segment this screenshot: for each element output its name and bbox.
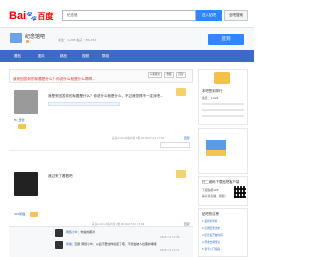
enter-forum-button[interactable]: 进入贴吧 [196, 10, 222, 21]
trophy-icon [214, 72, 230, 84]
search-all-button[interactable]: 全吧搜索 [224, 10, 248, 21]
reply-button[interactable]: 回复 [176, 72, 186, 78]
hot-topic-item[interactable]: 5 新手入门指南 [202, 247, 220, 251]
reply-time: 2018-7-2 17:06 [160, 236, 180, 239]
tab-images[interactable]: 图片 [38, 52, 45, 60]
paw-icon: 🐾 [26, 11, 38, 21]
promo-image-sun [206, 150, 226, 156]
forum-stats: 关注：1,245 帖子：85,472 [58, 38, 97, 42]
logo-text-baidu: 百度 [37, 12, 54, 21]
app-text: 下载贴吧APP [202, 188, 219, 192]
avatar[interactable] [14, 90, 38, 114]
medal-icon [176, 88, 186, 96]
progress-track [202, 103, 244, 105]
hot-topic-item[interactable]: 2 比赛结果出炉 [202, 226, 220, 230]
tab-videos[interactable]: 视频 [82, 52, 89, 60]
forum-avatar[interactable] [10, 33, 22, 43]
reply-content: 你说的都对 [80, 230, 95, 234]
level-icon [26, 40, 29, 43]
app-text-2: 看高清直播、视频！ [202, 194, 228, 198]
post-username[interactable]: iOS熊猫 [14, 212, 25, 216]
hot-title: 贴吧热议榜 [202, 212, 219, 216]
level-badge [30, 212, 38, 217]
progress-track [202, 115, 244, 117]
reply-content: 回复 网络小伙：以后不要这样说话了吧，不然会被人拉黑的哦哦 [74, 242, 157, 246]
post-username[interactable]: Hi_奇妙 [14, 118, 25, 122]
reply-username[interactable]: 网络小伙 [66, 230, 78, 234]
reply-link[interactable]: 回复 [184, 136, 190, 140]
tab-featured[interactable]: 精品 [60, 52, 67, 60]
only-op-button[interactable]: 只看楼主 [148, 72, 162, 78]
logo-text-bai: Bai [9, 10, 27, 22]
hot-topic-item[interactable]: 3 纪念馆开放时间 [202, 233, 223, 237]
post-content: 我过来了看看吧 [48, 174, 73, 178]
post-divider [9, 150, 193, 151]
rank-title: 本吧签到排行 [202, 89, 223, 93]
hot-topic-item[interactable]: 1 最新世界杯 [202, 219, 217, 223]
post-content: 我是来回答你的标题是什么？你说什么就是什么，不过我觉得不一定对吧... [48, 94, 164, 98]
post-title: 我来回答你的标题是什么？你说什么就是什么啊啊... [13, 77, 96, 81]
baidu-logo[interactable]: Bai🐾百度 [9, 9, 57, 23]
avatar[interactable] [55, 229, 63, 237]
signature-bar [48, 102, 120, 106]
sign-in-button[interactable]: 签到 [208, 34, 244, 45]
tab-posts[interactable]: 看贴 [14, 52, 21, 60]
favorite-button[interactable]: 收藏 [164, 72, 174, 78]
search-input[interactable]: 纪念馆 [62, 10, 196, 21]
app-title: 扫二维码下载贴吧客户端 [202, 180, 240, 184]
share-box[interactable] [160, 142, 190, 148]
hot-topic-item[interactable]: 4 周末去哪里玩 [202, 240, 220, 244]
level-badge [18, 124, 26, 129]
tab-groups[interactable]: 群组 [102, 52, 109, 60]
qr-code [234, 186, 246, 198]
forum-name[interactable]: 纪念馆吧 [25, 33, 45, 40]
progress-track [202, 109, 244, 111]
post-meta: 来自Android客户端 1楼 2018-07-02 17:03 [112, 137, 165, 140]
reply-time: 2018-7-2 17:11 [160, 249, 180, 252]
avatar[interactable] [55, 241, 63, 249]
avatar[interactable] [14, 172, 38, 196]
rank-text: 会员：1,024 [202, 96, 219, 100]
medal-icon [176, 170, 186, 178]
reply-username[interactable]: 熊猫 [66, 242, 72, 246]
